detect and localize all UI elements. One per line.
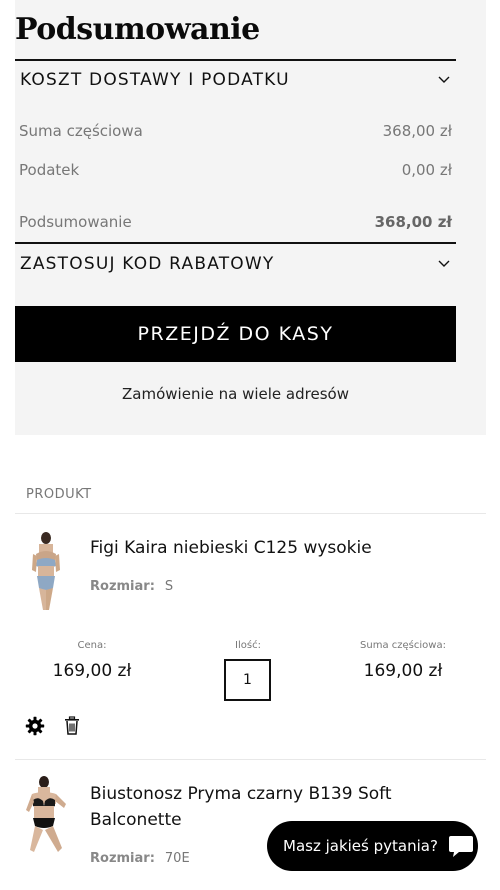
multi-address-link[interactable]: Zamówienie na wiele adresów [15,385,456,403]
discount-code-label: ZASTOSUJ KOD RABATOWY [20,254,275,274]
chevron-down-icon [437,257,451,271]
divider [15,242,456,244]
quantity-label: Ilość: [235,640,261,651]
size-value: 70E [164,851,190,866]
chat-widget-button[interactable]: Masz jakieś pytania? [267,821,478,871]
subtotal-value: 368,00 zł [382,122,452,140]
shipping-tax-toggle[interactable]: KOSZT DOSTAWY I PODATKU [20,66,451,94]
chat-label: Masz jakieś pytania? [283,837,438,855]
divider [15,759,486,760]
row-subtotal-value: 169,00 zł [363,661,443,681]
product-thumbnail[interactable] [28,532,64,616]
price-label: Cena: [77,640,107,651]
subtotal-row: Suma częściowa 368,00 zł [19,122,452,140]
size-label: Rozmiar: [90,579,155,594]
discount-code-toggle[interactable]: ZASTOSUJ KOD RABATOWY [20,250,451,278]
chat-bubble-icon [448,834,474,858]
total-value: 368,00 zł [374,213,452,231]
size-value: S [164,579,174,594]
shipping-tax-label: KOSZT DOSTAWY I PODATKU [20,70,290,90]
tax-row: Podatek 0,00 zł [19,161,452,179]
row-subtotal-label: Suma częściowa: [360,640,446,651]
price-value: 169,00 zł [52,661,132,681]
product-thumbnail[interactable] [22,776,70,860]
total-label: Podsumowanie [19,213,132,231]
checkout-button[interactable]: PRZEJDŹ DO KASY [15,306,456,362]
summary-title: Podsumowanie [15,12,260,47]
product-column-header: PRODUKT [26,487,92,502]
divider [15,59,456,61]
product-name[interactable]: Figi Kaira niebieski C125 wysokie [90,535,430,561]
divider [15,513,486,514]
gear-icon[interactable] [25,716,47,738]
size-label: Rozmiar: [90,851,155,866]
product-size: Rozmiar: 70E [90,851,190,866]
product-size: Rozmiar: S [90,579,173,594]
tax-value: 0,00 zł [401,161,452,179]
subtotal-label: Suma częściowa [19,122,143,140]
total-row: Podsumowanie 368,00 zł [19,213,452,231]
trash-icon[interactable] [63,716,85,738]
quantity-input[interactable]: 1 [224,659,271,701]
tax-label: Podatek [19,161,80,179]
chevron-down-icon [437,73,451,87]
